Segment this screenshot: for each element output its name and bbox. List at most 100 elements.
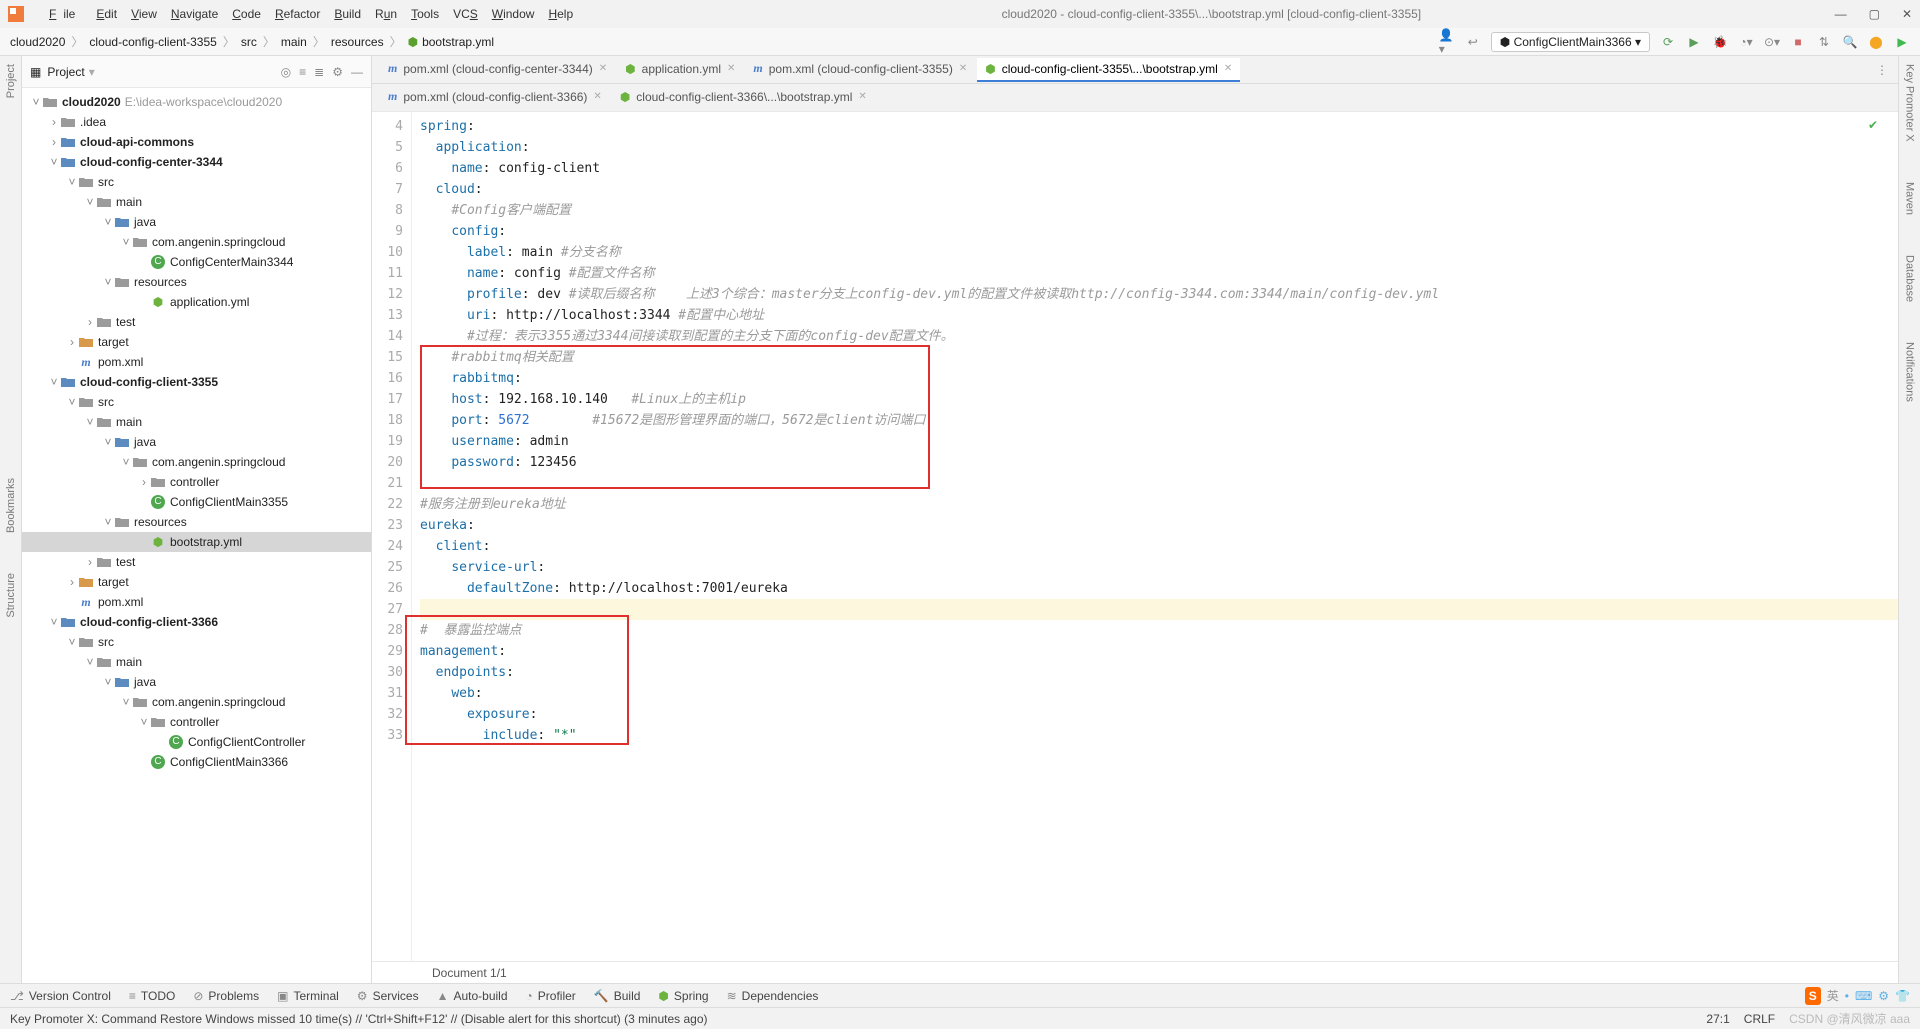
menu-window[interactable]: Window xyxy=(485,4,542,24)
menu-refactor[interactable]: Refactor xyxy=(268,4,327,24)
locate-icon[interactable]: ◎ xyxy=(281,65,291,79)
vcs-update-icon[interactable]: ⇅ xyxy=(1816,34,1832,50)
tree-row[interactable]: ›target xyxy=(22,332,371,352)
menu-navigate[interactable]: Navigate xyxy=(164,4,225,24)
tree-row[interactable]: ˅com.angenin.springcloud xyxy=(22,452,371,472)
run-icon[interactable]: ▶ xyxy=(1686,34,1702,50)
tabs-more-icon[interactable]: ⋮ xyxy=(1866,63,1898,77)
bottom-toolbar[interactable]: ⎇Version Control ≡TODO ⊘Problems ▣Termin… xyxy=(0,983,1920,1007)
collapse-icon[interactable]: ≣ xyxy=(314,65,324,79)
tree-row[interactable]: ˅src xyxy=(22,632,371,652)
bc-1[interactable]: cloud-config-client-3355 xyxy=(89,35,216,49)
tree-row[interactable]: mpom.xml xyxy=(22,352,371,372)
menu-code[interactable]: Code xyxy=(225,4,268,24)
tree-row[interactable]: ›.idea xyxy=(22,112,371,132)
tree-row[interactable]: ˅main xyxy=(22,192,371,212)
play-icon[interactable]: ▶ xyxy=(1894,34,1910,50)
user-icon[interactable]: 👤▾ xyxy=(1439,34,1455,50)
menu-tools[interactable]: Tools xyxy=(404,4,446,24)
hide-icon[interactable]: — xyxy=(351,65,363,79)
profile-icon[interactable]: ⊙▾ xyxy=(1764,34,1780,50)
code-editor[interactable]: 4567891011121314151617181920212223242526… xyxy=(372,112,1898,961)
tree-row[interactable]: CConfigClientMain3366 xyxy=(22,752,371,772)
editor-tab[interactable]: ⬢cloud-config-client-3366\...\bootstrap.… xyxy=(612,86,875,110)
tree-row[interactable]: ˅main xyxy=(22,412,371,432)
bc-4[interactable]: resources xyxy=(331,35,384,49)
tool-bookmarks[interactable]: Bookmarks xyxy=(5,478,17,533)
reload-icon[interactable]: ⟳ xyxy=(1660,34,1676,50)
left-tool-strip[interactable]: Project Bookmarks Structure xyxy=(0,56,22,983)
editor-tab[interactable]: mpom.xml (cloud-config-client-3366)✕ xyxy=(380,86,610,110)
menu-view[interactable]: View xyxy=(124,4,164,24)
cursor-position[interactable]: 27:1 xyxy=(1706,1012,1729,1026)
menu-edit[interactable]: Edit xyxy=(89,4,124,24)
code-content[interactable]: spring: application: name: config-client… xyxy=(412,112,1898,961)
tool-build[interactable]: 🔨Build xyxy=(594,989,641,1003)
tree-row[interactable]: ˅java xyxy=(22,672,371,692)
tool-profiler[interactable]: ◔Profiler xyxy=(526,989,576,1003)
tool-services[interactable]: ⚙Services xyxy=(357,989,419,1003)
expand-icon[interactable]: ≡ xyxy=(299,65,306,79)
stop-icon[interactable]: ■ xyxy=(1790,34,1806,50)
window-controls[interactable]: — ▢ ✕ xyxy=(1835,7,1912,21)
coverage-icon[interactable]: ◔▾ xyxy=(1738,34,1754,50)
tool-database[interactable]: Database xyxy=(1904,255,1916,302)
tree-row[interactable]: ˅java xyxy=(22,432,371,452)
tool-maven[interactable]: Maven xyxy=(1904,182,1916,215)
gear-icon[interactable]: ⚙ xyxy=(332,65,343,79)
tree-row[interactable]: mpom.xml xyxy=(22,592,371,612)
menu-run[interactable]: Run xyxy=(368,4,404,24)
editor-tabs-row1[interactable]: mpom.xml (cloud-config-center-3344)✕⬢app… xyxy=(372,56,1898,84)
tool-project[interactable]: Project xyxy=(5,64,17,98)
tree-root[interactable]: ˅cloud2020E:\idea-workspace\cloud2020 xyxy=(22,92,371,112)
tool-problems[interactable]: ⊘Problems xyxy=(193,989,259,1003)
tree-row[interactable]: ⬢bootstrap.yml xyxy=(22,532,371,552)
project-header[interactable]: ▦ Project ▾ ◎ ≡ ≣ ⚙ — xyxy=(22,56,371,88)
right-tool-strip[interactable]: Key Promoter X Maven Database Notificati… xyxy=(1898,56,1920,983)
close-icon[interactable]: ✕ xyxy=(1902,7,1912,21)
tree-row[interactable]: ˅com.angenin.springcloud xyxy=(22,692,371,712)
menu-vcs[interactable]: VCS xyxy=(446,4,485,24)
tool-autobuild[interactable]: ▲Auto-build xyxy=(437,989,508,1003)
tree-row[interactable]: CConfigClientMain3355 xyxy=(22,492,371,512)
editor-tab[interactable]: mpom.xml (cloud-config-center-3344)✕ xyxy=(380,58,615,82)
menu-build[interactable]: Build xyxy=(327,4,368,24)
back-icon[interactable]: ↩ xyxy=(1465,34,1481,50)
tree-row[interactable]: CConfigCenterMain3344 xyxy=(22,252,371,272)
tree-row[interactable]: ˅cloud-config-center-3344 xyxy=(22,152,371,172)
minimize-icon[interactable]: — xyxy=(1835,7,1847,21)
tool-notifications[interactable]: Notifications xyxy=(1904,342,1916,402)
tree-row[interactable]: ˅src xyxy=(22,392,371,412)
inspection-ok-icon[interactable]: ✔ xyxy=(1868,118,1878,132)
bc-root[interactable]: cloud2020 xyxy=(10,35,65,49)
tree-row[interactable]: ›controller xyxy=(22,472,371,492)
tree-row[interactable]: ⬢application.yml xyxy=(22,292,371,312)
menu-help[interactable]: Help xyxy=(541,4,580,24)
run-config-select[interactable]: ⬢ ConfigClientMain3366 ▾ xyxy=(1491,32,1650,52)
editor-tab[interactable]: ⬢application.yml✕ xyxy=(617,58,743,82)
editor-tabs-row2[interactable]: mpom.xml (cloud-config-client-3366)✕⬢clo… xyxy=(372,84,1898,112)
bc-3[interactable]: main xyxy=(281,35,307,49)
tool-terminal[interactable]: ▣Terminal xyxy=(277,989,339,1003)
breadcrumb[interactable]: cloud2020〉 cloud-config-client-3355〉 src… xyxy=(10,33,494,50)
circle-icon[interactable]: ⬤ xyxy=(1868,34,1884,50)
editor-tab[interactable]: mpom.xml (cloud-config-client-3355)✕ xyxy=(745,58,975,82)
tool-dependencies[interactable]: ≋Dependencies xyxy=(727,989,819,1003)
tree-row[interactable]: ›cloud-api-commons xyxy=(22,132,371,152)
maximize-icon[interactable]: ▢ xyxy=(1869,7,1880,21)
bc-5[interactable]: bootstrap.yml xyxy=(422,35,494,49)
tree-row[interactable]: ˅cloud-config-client-3355 xyxy=(22,372,371,392)
tree-row[interactable]: ˅controller xyxy=(22,712,371,732)
tree-row[interactable]: ˅java xyxy=(22,212,371,232)
tree-row[interactable]: CConfigClientController xyxy=(22,732,371,752)
tree-row[interactable]: ˅resources xyxy=(22,272,371,292)
tool-spring[interactable]: ⬢Spring xyxy=(658,989,708,1003)
debug-icon[interactable]: 🐞 xyxy=(1712,34,1728,50)
tree-row[interactable]: ›test xyxy=(22,312,371,332)
tree-row[interactable]: ˅main xyxy=(22,652,371,672)
tree-row[interactable]: ›target xyxy=(22,572,371,592)
search-icon[interactable]: 🔍 xyxy=(1842,34,1858,50)
tool-version-control[interactable]: ⎇Version Control xyxy=(10,989,111,1003)
sogou-icon[interactable]: S xyxy=(1805,987,1821,1005)
tree-row[interactable]: ˅resources xyxy=(22,512,371,532)
